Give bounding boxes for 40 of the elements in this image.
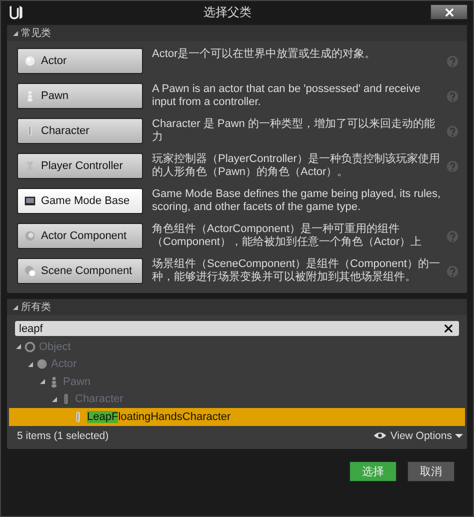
class-description: 角色组件（ActorComponent）是一种可重用的组件（Component），能给被加到任意一个角色（Actor）上 [152, 223, 423, 249]
scene-icon [24, 265, 36, 277]
class-button[interactable]: Pawn [17, 83, 143, 109]
view-options-button[interactable]: View Options [373, 430, 463, 442]
ring-icon [24, 340, 36, 353]
component-icon [24, 230, 36, 242]
class-description: 玩家控制器（PlayerController）是一种负责控制该玩家使用的人形角色（Pawn）的角色（Actor）。 [152, 153, 441, 179]
section-header[interactable]: 常见类 [7, 25, 467, 41]
sphere-icon [24, 55, 36, 67]
sphere-icon [36, 358, 48, 370]
class-description: A Pawn is an actor that can be 'possessed' and receive input from a controller. [152, 83, 422, 109]
help-icon[interactable] [446, 125, 459, 138]
class-button[interactable]: Player Controller [17, 153, 143, 179]
help-icon[interactable] [446, 90, 459, 103]
class-description: Actor是一个可以在世界中放置或生成的对象。 [152, 48, 377, 61]
item-count: 5 items (1 selected) [17, 430, 109, 442]
eye-icon [373, 431, 388, 440]
class-button[interactable]: Scene Component [17, 258, 143, 284]
close-button[interactable] [430, 4, 468, 20]
help-icon[interactable] [446, 230, 459, 243]
class-button[interactable]: Actor [17, 48, 143, 74]
search-field[interactable]: leapf [15, 321, 459, 336]
tree-item[interactable]: LeapFloatingHandsCharacter [9, 408, 465, 426]
class-button[interactable]: Game Mode Base [17, 188, 143, 214]
help-icon[interactable] [446, 265, 459, 278]
class-description: 场景组件（SceneComponent）是组件（Component）的一种，能够进行场景变换并可以被附加到其他场景组件。 [152, 258, 441, 284]
help-icon[interactable] [446, 160, 459, 173]
class-description: Character 是 Pawn 的一种类型，增加了可以来回走动的能力 [152, 118, 436, 144]
class-description: Game Mode Base defines the game being played, its rules, scoring, and other facets of the game type. [152, 188, 442, 214]
section-header[interactable]: 所有类 [7, 299, 467, 315]
help-icon[interactable] [446, 55, 459, 68]
close-icon [444, 8, 454, 16]
controller-icon [24, 160, 36, 172]
cancel-button[interactable]: 取消 [407, 460, 455, 482]
monitor-icon [24, 195, 36, 207]
class-button[interactable]: Actor Component [17, 223, 143, 249]
clear-icon[interactable] [444, 324, 453, 333]
class-button[interactable]: Character [17, 118, 143, 144]
logo-icon [7, 3, 25, 21]
window-title: 选择父类 [202, 4, 252, 20]
